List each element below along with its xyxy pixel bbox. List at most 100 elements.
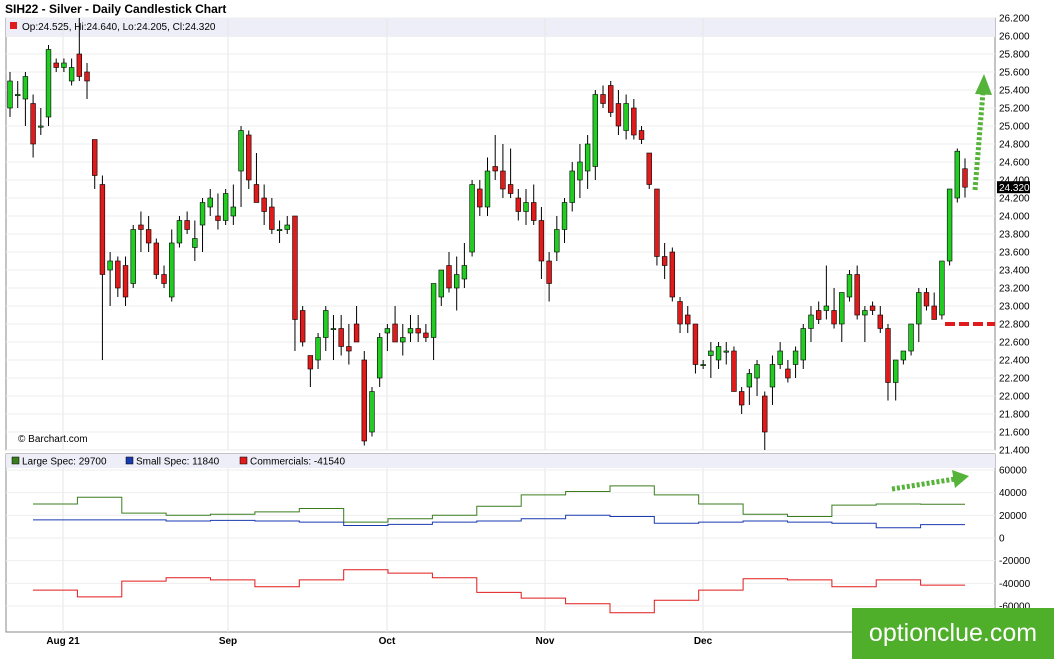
price-tick-label: 23.600: [999, 248, 1030, 259]
candle-body: [692, 323, 699, 365]
candle-body: [38, 125, 44, 128]
candle-body: [631, 107, 637, 136]
candle-body: [507, 184, 514, 194]
watermark-logo: optionclue.com: [852, 608, 1054, 659]
price-tick-label: 23.200: [999, 284, 1030, 295]
candle-body: [839, 292, 845, 325]
candle-body: [315, 337, 321, 361]
candle-body: [130, 229, 136, 284]
candle-body: [931, 305, 937, 320]
candle-body: [939, 260, 945, 316]
price-tick-label: 21.600: [999, 428, 1030, 439]
cot-tick-label: 60000: [999, 466, 1027, 477]
candle-body: [877, 314, 883, 329]
credit-label: © Barchart.com: [18, 434, 88, 445]
candle-body: [831, 310, 837, 325]
candle-body: [84, 71, 90, 82]
candle-body: [608, 85, 614, 113]
candle-body: [600, 94, 606, 104]
price-tick-label: 23.800: [999, 230, 1030, 241]
price-tick-label: 25.600: [999, 68, 1030, 79]
candle-body: [661, 256, 668, 266]
candle-body: [738, 391, 745, 406]
x-tick-label: Oct: [379, 636, 396, 647]
candle-body: [346, 346, 352, 352]
candle-body: [438, 269, 444, 298]
candle-body: [592, 94, 599, 167]
candle-body: [446, 265, 452, 289]
candle-body: [769, 364, 776, 388]
candle-body: [230, 206, 237, 217]
candle-body: [715, 346, 722, 361]
candle-body: [523, 202, 529, 212]
candle-body: [908, 323, 914, 352]
candle-body: [376, 337, 383, 379]
legend-swatch: [125, 456, 134, 465]
cot-pane-frame: [5, 453, 996, 633]
price-tick-label: 22.200: [999, 374, 1030, 385]
candle-body: [284, 224, 290, 230]
price-tick-label: 22.400: [999, 356, 1030, 367]
candle-body: [469, 184, 475, 253]
candle-body: [392, 323, 398, 343]
candle-body: [477, 188, 483, 208]
candle-body: [900, 350, 907, 361]
candle-body: [700, 364, 706, 367]
candle-body: [492, 166, 498, 172]
candle-body: [415, 328, 421, 334]
price-pane: 26.200 26.000 25.800 25.600 25.400 25.200 25.0…: [5, 14, 1030, 457]
candle-body: [785, 368, 791, 379]
cot-tick-label: -20000: [999, 556, 1031, 567]
price-tick-label: 26.200: [999, 14, 1030, 25]
candle-body: [923, 292, 930, 307]
candle-body: [546, 260, 552, 284]
candle-body: [815, 310, 822, 320]
chart-title: SIH22 - Silver - Daily Candlestick Chart: [5, 2, 227, 16]
last-price-label: 24.320: [999, 183, 1030, 194]
cot-tick-label: 20000: [999, 511, 1027, 522]
price-tick-label: 25.000: [999, 122, 1030, 133]
candle-body: [361, 359, 367, 442]
legend-entry: Commercials: -41540: [250, 457, 345, 468]
candle-body: [61, 62, 67, 68]
cot-tick-label: 40000: [999, 488, 1027, 499]
candle-body: [862, 310, 868, 316]
candle-body: [685, 314, 691, 325]
legend-entry: Large Spec: 29700: [22, 457, 107, 468]
price-tick-label: 22.600: [999, 338, 1030, 349]
candle-body: [500, 170, 506, 190]
candle-body: [869, 305, 876, 311]
candle-body: [115, 260, 121, 289]
candle-body: [731, 350, 737, 392]
candle-body: [538, 220, 545, 262]
ohlc-swatch: [10, 22, 17, 29]
candle-body: [184, 220, 190, 230]
candle-body: [561, 202, 568, 230]
candle-body: [276, 229, 283, 232]
candlestick-chart: 26.200 26.000 25.800 25.600 25.400 25.200 25.0…: [5, 14, 1031, 647]
candle-body: [846, 274, 853, 298]
cot-tick-label: -40000: [999, 579, 1031, 590]
candle-body: [353, 323, 360, 343]
ohlc-readout: Op:24.525, Hi:24.640, Lo:24.205, Cl:24.3…: [22, 22, 216, 33]
price-tick-label: 23.400: [999, 266, 1030, 277]
candle-body: [962, 168, 968, 188]
candle-body: [792, 350, 799, 365]
candle-body: [222, 193, 229, 221]
candle-body: [954, 150, 960, 199]
candle-body: [145, 229, 152, 244]
legend-entry: Small Spec: 11840: [136, 457, 220, 468]
price-tick-label: 24.600: [999, 158, 1030, 169]
x-axis: Aug 21 Sep Oct Nov Dec: [46, 636, 712, 647]
price-tick-label: 24.200: [999, 194, 1030, 205]
candle-body: [430, 283, 437, 338]
candle-body: [454, 274, 460, 289]
candle-body: [45, 49, 52, 118]
candle-body: [338, 328, 344, 347]
candle-body: [15, 94, 21, 97]
candle-body: [53, 62, 59, 68]
price-tick-label: 22.800: [999, 320, 1030, 331]
candle-body: [261, 197, 267, 212]
candle-body: [384, 328, 391, 334]
candle-body: [515, 197, 521, 212]
